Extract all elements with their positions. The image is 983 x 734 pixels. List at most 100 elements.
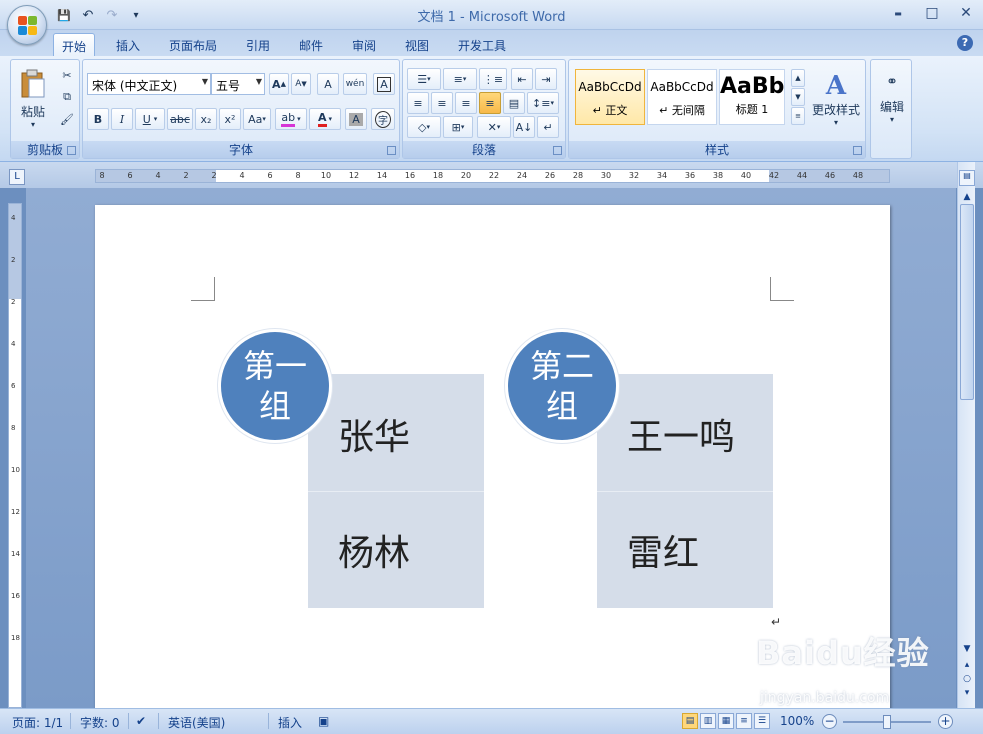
underline-button[interactable]: U ▾	[135, 108, 165, 130]
vertical-ruler-tick: 12	[11, 508, 20, 516]
zoom-in-icon[interactable]: +	[938, 714, 953, 729]
subscript-button[interactable]: x₂	[195, 108, 217, 130]
next-page-icon[interactable]: ▾	[960, 688, 974, 702]
print-layout-view-icon[interactable]: ▤	[682, 713, 698, 729]
web-layout-icon[interactable]: ▦	[718, 713, 734, 729]
vertical-ruler[interactable]: 4 2 2 4 6 8 10 12 14 16 18	[8, 203, 22, 708]
status-language[interactable]: 英语(美国)	[168, 714, 225, 731]
paragraph-launcher-icon[interactable]	[553, 146, 562, 155]
tab-page-layout[interactable]: 页面布局	[161, 33, 225, 56]
tab-home[interactable]: 开始	[53, 33, 96, 56]
grow-font-button[interactable]: A ▲	[269, 73, 289, 95]
enclose-char-button[interactable]: 字	[371, 108, 395, 130]
ruler-tick: 20	[460, 171, 472, 180]
font-name-combo[interactable]: 宋体 (中文正文) ▼	[87, 73, 211, 95]
font-size-combo[interactable]: 五号 ▼	[211, 73, 265, 95]
zoom-slider[interactable]	[843, 715, 931, 729]
font-color-button[interactable]: A ▾	[309, 108, 341, 130]
copy-icon[interactable]: ⧉	[57, 88, 77, 106]
char-shading-button[interactable]: A	[345, 108, 367, 130]
highlight-button[interactable]: ab ▾	[275, 108, 307, 130]
tab-developer[interactable]: 开发工具	[450, 33, 514, 56]
align-right-button[interactable]: ≡	[455, 92, 477, 114]
increase-indent-button[interactable]: ⇥	[535, 68, 557, 90]
editing-group: ⚭ 编辑 ▾	[870, 59, 912, 159]
justify-button[interactable]: ≡	[479, 92, 501, 114]
show-marks-button[interactable]: ↵	[537, 116, 559, 138]
office-button[interactable]	[7, 5, 47, 45]
paragraph-mark-icon: ↵	[771, 615, 782, 629]
align-center-button[interactable]: ≡	[431, 92, 453, 114]
status-words[interactable]: 字数: 0	[80, 714, 120, 731]
help-icon[interactable]: ?	[957, 35, 973, 51]
browse-object-icon[interactable]: ○	[960, 674, 974, 688]
ruler-toggle-icon[interactable]: ▤	[959, 170, 975, 186]
style-heading-1[interactable]: AaBb 标题 1	[719, 69, 785, 125]
group-1-title-circle[interactable]: 第一组	[218, 329, 332, 443]
bold-button[interactable]: B	[87, 108, 109, 130]
clear-format-button[interactable]: A	[317, 73, 339, 95]
editing-button[interactable]: ⚭ 编辑 ▾	[873, 64, 911, 134]
tab-mailings[interactable]: 邮件	[291, 33, 331, 56]
group-1-divider	[308, 491, 484, 492]
group-2-box[interactable]: 王一鸣 雷红	[597, 374, 773, 608]
horizontal-ruler[interactable]: 8 6 4 2 2 4 6 8 10 12 14 16 18 20 22 24 26 28 30 32 34 36 38 40…	[95, 169, 890, 183]
spellcheck-icon[interactable]: ✔	[136, 714, 146, 728]
font-launcher-icon[interactable]	[387, 146, 396, 155]
italic-button[interactable]: I	[111, 108, 133, 130]
group-2-member-1: 王一鸣	[627, 417, 736, 458]
status-page[interactable]: 页面: 1/1	[12, 714, 63, 731]
tab-review[interactable]: 审阅	[344, 33, 384, 56]
close-button[interactable]: ✕	[949, 0, 983, 26]
char-border-button[interactable]: A	[373, 73, 395, 95]
paste-button[interactable]: 粘贴 ▾	[15, 64, 51, 134]
style-no-spacing[interactable]: AaBbCcDd ↵ 无间隔	[647, 69, 717, 125]
decrease-indent-button[interactable]: ⇤	[511, 68, 533, 90]
maximize-button[interactable]: □	[915, 0, 949, 26]
outline-view-icon[interactable]: ≡	[736, 713, 752, 729]
draft-view-icon[interactable]: ☰	[754, 713, 770, 729]
shrink-font-button[interactable]: A ▼	[291, 73, 311, 95]
group-2-title-circle[interactable]: 第二组	[505, 329, 619, 443]
sort-button[interactable]: A↓	[513, 116, 535, 138]
minimize-button[interactable]: ▬	[881, 0, 915, 26]
shading-button[interactable]: ◇ ▾	[407, 116, 441, 138]
change-case-button[interactable]: Aa ▾	[243, 108, 271, 130]
macro-record-icon[interactable]: ▣	[318, 714, 329, 728]
styles-more-icon[interactable]: ≡	[791, 107, 805, 125]
zoom-slider-thumb[interactable]	[883, 715, 891, 729]
format-painter-icon[interactable]: 🖌	[57, 110, 77, 128]
vertical-scrollbar[interactable]: ▤ ▲ ▼ ▴ ○ ▾	[957, 162, 975, 708]
tab-references[interactable]: 引用	[238, 33, 278, 56]
styles-launcher-icon[interactable]	[853, 146, 862, 155]
group-2-title: 第二组	[529, 347, 594, 425]
bullets-button[interactable]: ☰ ▾	[407, 68, 441, 90]
change-styles-button[interactable]: A 更改样式 ▾	[809, 64, 863, 134]
scroll-thumb[interactable]	[960, 204, 974, 400]
group-1-box[interactable]: 张华 杨林	[308, 374, 484, 608]
multilevel-list-button[interactable]: ⋮≡	[479, 68, 507, 90]
strikethrough-button[interactable]: abc	[167, 108, 193, 130]
line-spacing-button[interactable]: ↕≡ ▾	[527, 92, 559, 114]
tab-view[interactable]: 视图	[397, 33, 437, 56]
styles-scroll-up-icon[interactable]: ▲	[791, 69, 805, 87]
styles-scroll-down-icon[interactable]: ▼	[791, 88, 805, 106]
style-normal[interactable]: AaBbCcDd ↵ 正文	[575, 69, 645, 125]
chinese-layout-button[interactable]: ✕ ▾	[477, 116, 511, 138]
superscript-button[interactable]: x²	[219, 108, 241, 130]
status-insert-mode[interactable]: 插入	[278, 714, 302, 731]
borders-button[interactable]: ⊞ ▾	[443, 116, 473, 138]
distributed-button[interactable]: ▤	[503, 92, 525, 114]
cut-icon[interactable]: ✂	[57, 66, 77, 84]
phonetic-guide-button[interactable]: wén	[343, 73, 367, 95]
zoom-level[interactable]: 100%	[780, 714, 814, 728]
numbering-button[interactable]: ≡ ▾	[443, 68, 477, 90]
clipboard-launcher-icon[interactable]	[67, 146, 76, 155]
tab-selector-icon[interactable]: L	[9, 169, 25, 185]
tab-insert[interactable]: 插入	[108, 33, 148, 56]
scroll-down-icon[interactable]: ▼	[960, 644, 974, 658]
full-screen-reading-icon[interactable]: ▥	[700, 713, 716, 729]
align-left-button[interactable]: ≡	[407, 92, 429, 114]
zoom-out-icon[interactable]: −	[822, 714, 837, 729]
prev-page-icon[interactable]: ▴	[960, 660, 974, 674]
